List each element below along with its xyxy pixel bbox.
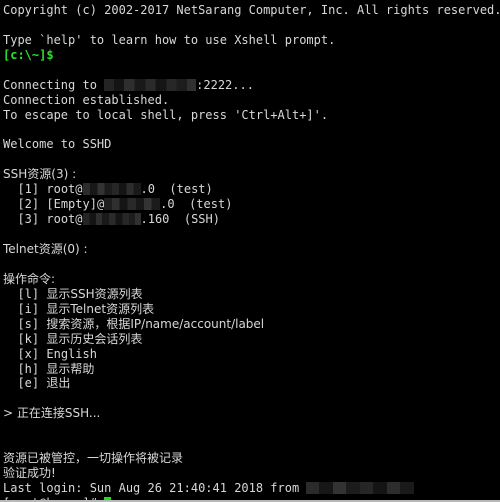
command-key: [i] [17,301,40,316]
command-item-k[interactable]: [k] 显示历史会话列表 [3,332,500,347]
command-key: [e] [17,376,40,391]
resource-user: root@ [46,182,83,197]
redacted-ip [82,183,141,196]
line-auth-success: 验证成功! [3,466,56,481]
telnet-resources-header: Telnet资源(0) : [3,242,88,256]
last-login-prefix: Last login: Sun Aug 26 21:40:41 2018 fro… [3,481,307,495]
command-key: [s] [17,316,40,331]
redacted-ip [82,213,141,226]
resource-index: [3] [17,212,40,227]
text-cursor [104,496,112,500]
local-shell-prompt: [c:\~]$ [3,47,54,62]
command-key: [h] [17,361,40,376]
commands-header: 操作命令: [3,271,56,286]
resource-user: root@ [46,212,83,227]
command-desc: 退出 [46,376,71,391]
line-copyright: Copyright (c) 2002-2017 NetSarang Comput… [3,3,500,17]
terminal-window[interactable]: Copyright (c) 2002-2017 NetSarang Comput… [0,0,500,502]
remote-shell-prompt-line[interactable]: [root@byp ~]# [3,496,500,500]
ssh-resources-header: SSH资源(3) : [3,167,77,182]
command-desc: 搜索资源，根据IP/name/account/label [46,316,265,331]
command-item-s[interactable]: [s] 搜索资源，根据IP/name/account/label [3,317,500,332]
command-desc: 显示帮助 [46,361,95,376]
resource-label: (test) [169,182,213,197]
resource-host-suffix: .0 [160,197,175,212]
redacted-host [104,78,197,91]
ssh-resource-row[interactable]: [2] [Empty]@ .0 (test) [3,197,500,212]
line-last-login: Last login: Sun Aug 26 21:40:41 2018 fro… [3,481,500,496]
command-key: [x] [17,346,40,361]
remote-shell-prompt: [root@byp ~]# [3,496,97,500]
command-key: [k] [17,331,40,346]
terminal-screen[interactable]: Copyright (c) 2002-2017 NetSarang Comput… [0,0,500,500]
line-connecting-ssh: > 正在连接SSH... [3,406,101,421]
resource-host-suffix: .0 [140,182,155,197]
command-item-e[interactable]: [e] 退出 [3,376,500,391]
resource-label: (test) [189,197,233,212]
line-welcome: Welcome to SSHD [3,137,112,152]
resource-host-suffix: .160 [140,212,170,227]
resource-index: [1] [17,182,40,197]
line-help-hint: Type `help' to learn how to use Xshell p… [3,32,336,47]
command-item-i[interactable]: [i] 显示Telnet资源列表 [3,302,500,317]
resource-index: [2] [17,197,40,212]
command-desc: 显示历史会话列表 [46,331,143,346]
connecting-suffix: :2222... [196,77,254,92]
connecting-prefix: Connecting to [3,77,105,92]
line-connection-established: Connection established. [3,92,170,107]
command-item-h[interactable]: [h] 显示帮助 [3,362,500,377]
command-desc: English [46,346,97,361]
redacted-ip [104,198,161,211]
command-item-l[interactable]: [l] 显示SSH资源列表 [3,287,500,302]
ssh-resource-row[interactable]: [1] root@ .0 (test) [3,182,500,197]
line-monitored-notice: 资源已被管控，一切操作将被记录 [3,451,184,466]
command-desc: 显示SSH资源列表 [46,286,143,301]
ssh-resource-row[interactable]: [3] root@ .160 (SSH) [3,212,500,227]
redacted-login-host [306,482,415,494]
line-connecting: Connecting to :2222... [3,78,500,93]
line-escape-hint: To escape to local shell, press 'Ctrl+Al… [3,107,329,122]
command-item-x[interactable]: [x] English [3,347,500,362]
resource-user: [Empty]@ [46,197,105,212]
command-desc: 显示Telnet资源列表 [46,301,155,316]
command-key: [l] [17,286,40,301]
resource-label: (SSH) [183,212,220,227]
